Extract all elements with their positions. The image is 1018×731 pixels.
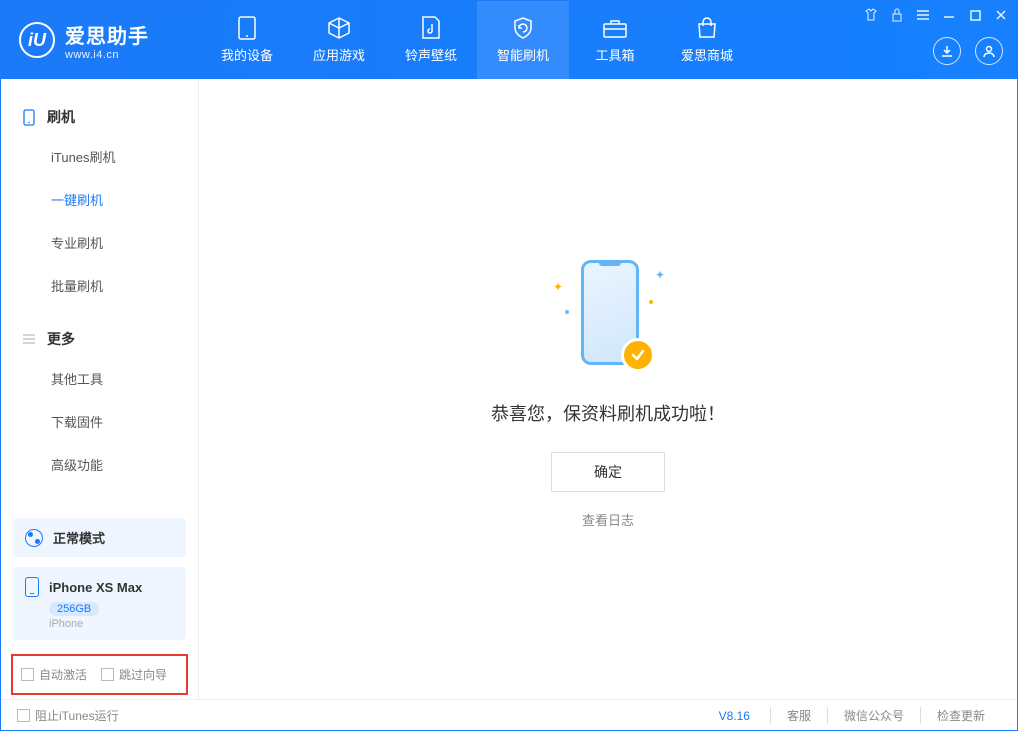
app-subtitle: www.i4.cn — [65, 49, 149, 61]
toolbox-icon — [602, 17, 628, 39]
nav-tabs: 我的设备 应用游戏 铃声壁纸 智能刷机 工具箱 爱思商城 — [201, 1, 753, 79]
sidebar-item-itunes-flash[interactable]: iTunes刷机 — [1, 135, 198, 178]
device-icon — [234, 17, 260, 39]
sparkle-icon: ✦ — [655, 268, 665, 282]
sidebar-section-more: 更多 — [1, 321, 198, 357]
logo-area: iU 爱思助手 www.i4.cn — [1, 20, 201, 61]
sidebar-item-advanced[interactable]: 高级功能 — [1, 443, 198, 486]
sidebar-item-other-tools[interactable]: 其他工具 — [1, 357, 198, 400]
sidebar-section-flash: 刷机 — [1, 99, 198, 135]
device-name: iPhone XS Max — [49, 580, 142, 595]
music-file-icon — [418, 17, 444, 39]
dot-icon — [565, 310, 569, 314]
tab-toolbox[interactable]: 工具箱 — [569, 1, 661, 79]
sidebar-item-download-firmware[interactable]: 下载固件 — [1, 400, 198, 443]
window-controls — [863, 7, 1009, 23]
checkmark-badge-icon — [621, 338, 655, 372]
cube-icon — [326, 17, 352, 39]
ok-button[interactable]: 确定 — [551, 452, 665, 492]
footer-link-support[interactable]: 客服 — [770, 707, 827, 724]
sidebar-item-pro-flash[interactable]: 专业刷机 — [1, 221, 198, 264]
version-label: V8.16 — [719, 709, 750, 723]
view-log-link[interactable]: 查看日志 — [582, 510, 634, 529]
checkbox-skip-guide[interactable]: 跳过向导 — [101, 666, 167, 683]
bag-icon — [694, 17, 720, 39]
tab-store[interactable]: 爱思商城 — [661, 1, 753, 79]
sidebar-item-oneclick-flash[interactable]: 一键刷机 — [1, 178, 198, 221]
checkbox-block-itunes[interactable]: 阻止iTunes运行 — [17, 707, 119, 724]
footer-link-update[interactable]: 检查更新 — [920, 707, 1001, 724]
phone-icon — [21, 109, 37, 125]
mode-box[interactable]: 正常模式 — [13, 518, 186, 557]
app-title: 爱思助手 — [65, 20, 149, 49]
success-message: 恭喜您，保资料刷机成功啦！ — [491, 400, 725, 426]
footer: 阻止iTunes运行 V8.16 客服 微信公众号 检查更新 — [1, 699, 1017, 731]
device-storage-badge: 256GB — [49, 602, 99, 616]
mode-label: 正常模式 — [53, 528, 105, 547]
main-content: ✦ ✦ 恭喜您，保资料刷机成功啦！ 确定 查看日志 — [199, 79, 1017, 699]
device-phone-icon — [25, 577, 39, 597]
sparkle-icon: ✦ — [553, 280, 563, 294]
download-button[interactable] — [933, 37, 961, 65]
refresh-shield-icon — [510, 17, 536, 39]
mode-icon — [25, 529, 43, 547]
footer-link-wechat[interactable]: 微信公众号 — [827, 707, 920, 724]
shirt-icon[interactable] — [863, 7, 879, 23]
close-icon[interactable] — [993, 7, 1009, 23]
tab-smart-flash[interactable]: 智能刷机 — [477, 1, 569, 79]
user-button[interactable] — [975, 37, 1003, 65]
app-logo-icon: iU — [19, 22, 55, 58]
sidebar-item-batch-flash[interactable]: 批量刷机 — [1, 264, 198, 307]
list-icon — [21, 331, 37, 347]
options-box: 自动激活 跳过向导 — [11, 654, 188, 695]
tab-my-device[interactable]: 我的设备 — [201, 1, 293, 79]
header: iU 爱思助手 www.i4.cn 我的设备 应用游戏 铃声壁纸 智能刷机 工具… — [1, 1, 1017, 79]
maximize-icon[interactable] — [967, 7, 983, 23]
minimize-icon[interactable] — [941, 7, 957, 23]
success-illustration: ✦ ✦ — [543, 250, 673, 380]
sidebar: 刷机 iTunes刷机 一键刷机 专业刷机 批量刷机 更多 其他工具 下载固件 … — [1, 79, 199, 699]
checkbox-auto-activate[interactable]: 自动激活 — [21, 666, 87, 683]
lock-icon[interactable] — [889, 7, 905, 23]
menu-icon[interactable] — [915, 7, 931, 23]
tab-ringtone-wallpaper[interactable]: 铃声壁纸 — [385, 1, 477, 79]
device-box[interactable]: iPhone XS Max 256GB iPhone — [13, 567, 186, 640]
device-type: iPhone — [49, 618, 174, 630]
dot-icon — [649, 300, 653, 304]
tab-apps-games[interactable]: 应用游戏 — [293, 1, 385, 79]
